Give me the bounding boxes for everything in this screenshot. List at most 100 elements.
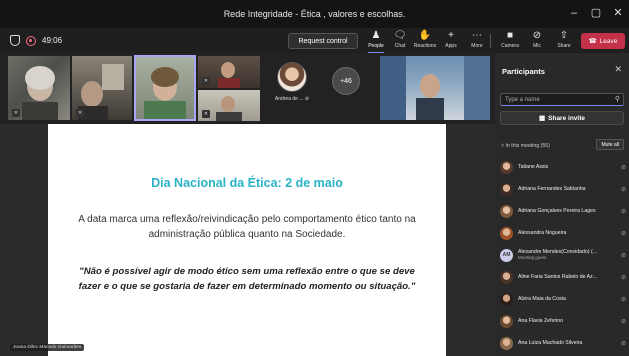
video-tile-speaking[interactable] [134,55,196,121]
search-icon: ⚲ [614,96,620,103]
video-tile[interactable] [380,56,490,120]
request-control-button[interactable]: Request control [288,33,358,49]
participant-video [380,56,490,120]
mic-muted-icon: ⊘ [620,186,626,193]
video-tile[interactable]: ✕ [72,56,132,120]
avatar [500,314,513,328]
mic-muted-icon: ⊘ [620,252,626,259]
participant-row[interactable]: Alzira Maia da Costa ⊘ [500,289,626,309]
avatar [500,204,513,218]
apps-button[interactable]: + Apps [438,30,464,52]
camera-button[interactable]: ■ Camera [497,30,523,52]
participant-name: Tatiane Assis [518,164,549,170]
camera-icon: ■ [506,30,514,41]
mic-muted-icon: ⊘ [304,96,310,102]
chat-button[interactable]: 🗨 Chat [387,30,413,52]
participant-name: Adriana Fernandes Saldanha [518,186,586,192]
slide-quote: "Não é possível agir de modo ético sem u… [78,266,416,292]
avatar [500,160,513,174]
participant-name: Andrea de ... ⊘ [274,96,310,102]
avatar [500,182,513,196]
avatar [500,270,513,284]
mic-muted-icon: ⊘ [620,318,626,325]
participant-name: Alzira Maia da Costa [518,296,566,302]
participant-name: Ana Luiza Machado Silveira [518,340,583,346]
share-invite-icon: ▩ [538,115,546,122]
toolbar-divider [490,34,491,48]
leave-button[interactable]: ☎ Leave [581,33,625,49]
mic-muted-icon: ✕ [202,77,210,85]
participant-name: Aline Faria Santos Rabelo de Az... [518,274,598,280]
participant-row[interactable]: Ana Luiza Machado Silveira ⊘ [500,333,626,353]
meeting-toolbar: 49:06 Request control ♟ People 🗨 Chat ✋ … [0,28,629,54]
participant-search-input[interactable]: Type a name ⚲ [500,93,624,106]
participant-row[interactable]: Alessandra Nogueira ⊘ [500,223,626,243]
participants-panel: Participants ✕ Type a name ⚲ ▩ Share inv… [495,53,629,356]
close-window-icon[interactable]: ✕ [611,4,625,22]
avatar [500,292,513,306]
video-tile-avatar[interactable]: Andrea de ... ⊘ [269,56,315,120]
video-tile[interactable]: ✕ [198,90,260,121]
slide-body: A data marca uma reflexão/reivindicação … [78,214,416,240]
phone-icon: ☎ [588,38,597,45]
presenter-label: Joana Dilec Macedo Guimarães [10,344,85,351]
more-icon: ⋯ [472,30,482,41]
plus-icon: + [448,30,454,41]
maximize-icon[interactable]: ▢ [589,4,603,22]
mic-muted-icon: ⊘ [620,208,626,215]
share-icon: ⇧ [559,30,569,41]
participant-row[interactable]: Adriana Gonçalves Pereira Lages ⊘ [500,201,626,221]
stage-background [446,124,495,356]
window-title: Rede Integridade - Ética , valores e esc… [223,9,406,19]
share-button[interactable]: ⇧ Share [551,30,577,52]
chat-icon: 🗨 [393,30,407,41]
avatar [500,336,513,350]
participant-video [144,67,186,119]
shared-slide: Dia Nacional da Ética: 2 de maio A data … [48,124,446,356]
avatar [500,226,513,240]
more-button[interactable]: ⋯ More [464,30,490,52]
mic-muted-icon: ✕ [12,109,20,117]
mic-muted-icon: ⊘ [620,230,626,237]
mic-muted-icon: ✕ [76,109,84,117]
participant-row[interactable]: Ana Flavia Zeferino ⊘ [500,311,626,331]
section-header[interactable]: ˅ In this meeting (55) [501,143,550,149]
mic-muted-icon: ⊘ [620,274,626,281]
chevron-down-icon: ˅ [501,143,505,149]
mic-button[interactable]: ⊘ Mic [524,30,550,52]
video-tile[interactable]: ✕ [198,56,260,88]
participant-name: Adriana Gonçalves Pereira Lages [518,208,596,214]
more-participants-button[interactable]: +46 [332,67,360,95]
participant-role: Meeting guest [518,255,547,260]
participant-name: Alessandra Nogueira [518,230,567,236]
mic-muted-icon: ⊘ [620,296,626,303]
participant-row[interactable]: Tatiane Assis ⊘ [500,157,626,177]
mic-muted-icon: ⊘ [532,30,542,41]
window-controls: – ▢ ✕ [567,4,625,22]
reactions-icon: ✋ [418,30,432,41]
recording-icon [26,35,36,46]
reactions-button[interactable]: ✋ Reactions [412,30,438,52]
people-button[interactable]: ♟ People [363,30,389,54]
stage-background [0,124,48,356]
mic-muted-icon: ⊘ [620,164,626,171]
window-titlebar: Rede Integridade - Ética , valores e esc… [0,0,629,28]
shield-icon [10,35,20,46]
slide-title: Dia Nacional da Ética: 2 de maio [151,176,343,190]
mic-muted-icon: ⊘ [620,340,626,347]
participant-row[interactable]: Adriana Fernandes Saldanha ⊘ [500,179,626,199]
minimize-icon[interactable]: – [567,4,581,22]
participant-row[interactable]: AM Alexandre Mendes(Convidado) (... Meet… [500,245,626,265]
mute-all-button[interactable]: Mute all [596,139,624,150]
panel-title: Participants [502,67,545,76]
avatar [277,62,307,92]
mic-muted-icon: ✕ [202,110,210,118]
avatar: AM [500,248,513,262]
people-icon: ♟ [371,30,381,41]
share-invite-button[interactable]: ▩ Share invite [500,111,624,125]
meeting-timer: 49:06 [42,36,63,45]
participant-name: Ana Flavia Zeferino [518,318,563,324]
video-tile[interactable]: ✕ [8,56,70,120]
participant-row[interactable]: Aline Faria Santos Rabelo de Az... ⊘ [500,267,626,287]
close-icon[interactable]: ✕ [614,64,622,75]
